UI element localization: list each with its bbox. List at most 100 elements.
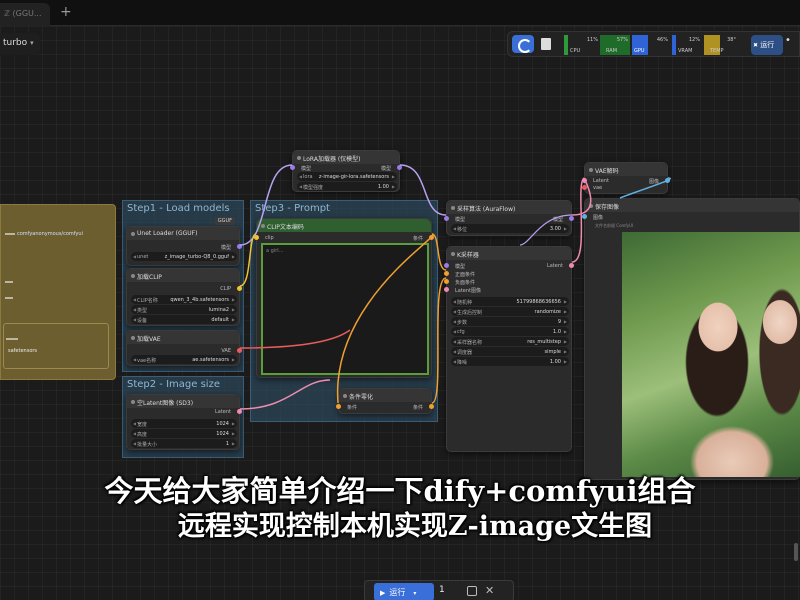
stop-button[interactable] <box>467 586 477 596</box>
input-socket[interactable] <box>582 178 587 183</box>
note-text-line <box>5 281 13 283</box>
group-title: Step3 - Prompt <box>255 203 330 214</box>
widget-seed[interactable]: 随机种 51799868636656 <box>451 297 569 306</box>
widget-value: z-image-gir-lora.safetensors <box>318 174 389 180</box>
output-socket[interactable] <box>397 165 402 170</box>
batch-count-input[interactable]: 1 <box>439 585 445 595</box>
node-load-clip[interactable]: 加载CLIP CLIP CLIP名称qwen_3_4b.safetensors … <box>126 268 242 326</box>
widget-value: default <box>211 317 229 323</box>
widget-vae-name[interactable]: vae名称 ae.safetensors <box>131 355 237 364</box>
output-socket[interactable] <box>429 235 434 240</box>
group-title: Step1 - Load models <box>127 203 230 214</box>
widget-value: ae.safetensors <box>192 357 229 363</box>
widget-value: qwen_3_4b.safetensors <box>170 297 229 303</box>
bottom-run-bar: ▶ 运行 ▾ 1 ✕ <box>364 580 514 600</box>
output-label: 图像 <box>648 179 659 185</box>
note-link[interactable]: comfyanonymous/comfyui <box>17 231 83 237</box>
toolbar-run-button[interactable]: ⯍ 运行 <box>751 35 783 55</box>
input-label: 负面条件 <box>455 280 476 286</box>
widget-sampler[interactable]: 采样器名称 res_multistep <box>451 337 569 346</box>
widget-value: 51799868636656 <box>516 299 561 305</box>
scroll-handle[interactable] <box>794 543 798 561</box>
widget-label: 采样器名称 <box>457 340 483 346</box>
output-label: 模型 <box>220 245 231 251</box>
widget-lora-name[interactable]: lora z-image-gir-lora.safetensors <box>297 172 397 181</box>
node-title: K采样器 <box>447 247 571 260</box>
node-load-vae[interactable]: 加载VAE VAE vae名称 ae.safetensors <box>126 330 242 366</box>
node-title: LoRA加载器 (仅模型) <box>293 151 399 164</box>
output-socket[interactable] <box>569 263 574 268</box>
widget-label: 高度 <box>137 432 148 438</box>
generated-image-preview[interactable] <box>622 232 800 477</box>
widget-clip-type[interactable]: 类型 lumina2 <box>131 305 237 314</box>
widget-shift[interactable]: 移位 3.00 <box>451 224 569 233</box>
output-socket[interactable] <box>429 404 434 409</box>
widget-value: 1.00 <box>549 359 561 365</box>
output-label: Latent <box>546 263 563 269</box>
input-socket[interactable] <box>254 235 259 240</box>
filename-prefix-widget[interactable]: 文件名前缀 ComfyUI <box>595 223 633 229</box>
node-lora-loader[interactable]: LoRA加载器 (仅模型) 模型 模型 lora z-image-gir-lora… <box>290 150 402 192</box>
input-socket[interactable] <box>444 216 449 221</box>
widget-scheduler[interactable]: 调度器 simple <box>451 347 569 356</box>
workflow-tab[interactable]: ℤ (GGU... <box>0 3 50 26</box>
node-model-sampling-auraflow[interactable]: 采样算法 (AuraFlow) 模型 模型 移位 3.00 <box>444 200 574 236</box>
add-tab-button[interactable]: + <box>60 4 72 20</box>
queue-icon[interactable] <box>541 38 551 50</box>
output-socket[interactable] <box>237 348 242 353</box>
widget-label: 宽度 <box>137 422 148 428</box>
widget-value: randomize <box>534 309 561 315</box>
node-conditioning-zero-out[interactable]: 条件零化 条件 条件 <box>336 388 434 414</box>
input-socket[interactable] <box>582 185 587 190</box>
input-label: 条件 <box>347 405 358 411</box>
widget-label: cfg <box>457 329 465 335</box>
input-socket[interactable] <box>444 271 449 276</box>
node-title: VAE解码 <box>585 163 667 176</box>
output-socket[interactable] <box>237 244 242 249</box>
subtitle-line-2: 远程实现控制本机实现Z-image文生图 <box>177 511 653 542</box>
input-socket[interactable] <box>444 287 449 292</box>
node-clip-text-encode[interactable]: CLIP文本编码 clip 条件 a girl... <box>254 218 434 378</box>
input-socket[interactable] <box>290 165 295 170</box>
widget-steps[interactable]: 步数 9 <box>451 317 569 326</box>
widget-clip-device[interactable]: 设备 default <box>131 315 237 324</box>
widget-lora-strength[interactable]: 模型强度 1.00 <box>297 182 397 191</box>
prompt-textarea[interactable]: a girl... <box>261 243 429 375</box>
chevron-down-icon[interactable]: ▾ <box>30 39 34 47</box>
note-text-line <box>5 297 13 299</box>
widget-label: 步数 <box>457 320 468 326</box>
input-socket[interactable] <box>336 404 341 409</box>
widget-batch-size[interactable]: 批量大小 1 <box>131 439 237 448</box>
widget-cfg[interactable]: cfg 1.0 <box>451 327 569 336</box>
toolbar-menu-icon[interactable]: • <box>785 35 799 55</box>
node-title: Unet Loader (GGUF) <box>127 227 239 240</box>
note-node[interactable]: comfyanonymous/comfyui safetensors <box>0 204 116 380</box>
temp-monitor: 38° TEMP <box>704 35 738 55</box>
input-socket[interactable] <box>444 279 449 284</box>
output-socket[interactable] <box>665 178 670 183</box>
widget-width[interactable]: 宽度 1024 <box>131 419 237 428</box>
widget-control-after[interactable]: 生成后控制 randomize <box>451 307 569 316</box>
clear-queue-button[interactable]: ✕ <box>485 584 494 597</box>
run-button[interactable]: ▶ 运行 ▾ <box>374 583 434 600</box>
node-empty-latent[interactable]: 空Latent图像 (SD3) Latent 宽度 1024 高度 1024 批量大… <box>126 394 242 450</box>
widget-label: vae名称 <box>137 358 157 364</box>
output-socket[interactable] <box>237 409 242 414</box>
node-vae-decode[interactable]: VAE解码 Latent vae 图像 <box>582 162 670 194</box>
note-inner-box: safetensors <box>3 323 109 369</box>
chevron-down-icon[interactable]: ▾ <box>413 590 416 597</box>
widget-height[interactable]: 高度 1024 <box>131 429 237 438</box>
node-ksampler[interactable]: K采样器 模型 正面条件 负面条件 Latent图像 Latent 随机种 517… <box>444 246 574 452</box>
widget-value: 1 <box>225 441 229 447</box>
widget-denoise[interactable]: 降噪 1.00 <box>451 357 569 366</box>
widget-unet-name[interactable]: unet z_image_turbo-Q8_0.gguf <box>131 252 237 261</box>
output-socket[interactable] <box>569 216 574 221</box>
node-unet-loader[interactable]: Unet Loader (GGUF) GGUF 模型 unet z_image_… <box>126 217 242 266</box>
input-socket[interactable] <box>444 263 449 268</box>
workflow-name[interactable]: turbo ▾ <box>0 33 40 55</box>
top-toolbar: 11% CPU 57% RAM 46% GPU 12% VRAM 38° TEMP ⯍ 运… <box>507 31 800 57</box>
input-socket[interactable] <box>582 214 587 219</box>
comfy-logo-icon[interactable] <box>512 35 534 53</box>
output-socket[interactable] <box>237 286 242 291</box>
widget-clip-name[interactable]: CLIP名称 qwen_3_4b.safetensors <box>131 295 237 304</box>
